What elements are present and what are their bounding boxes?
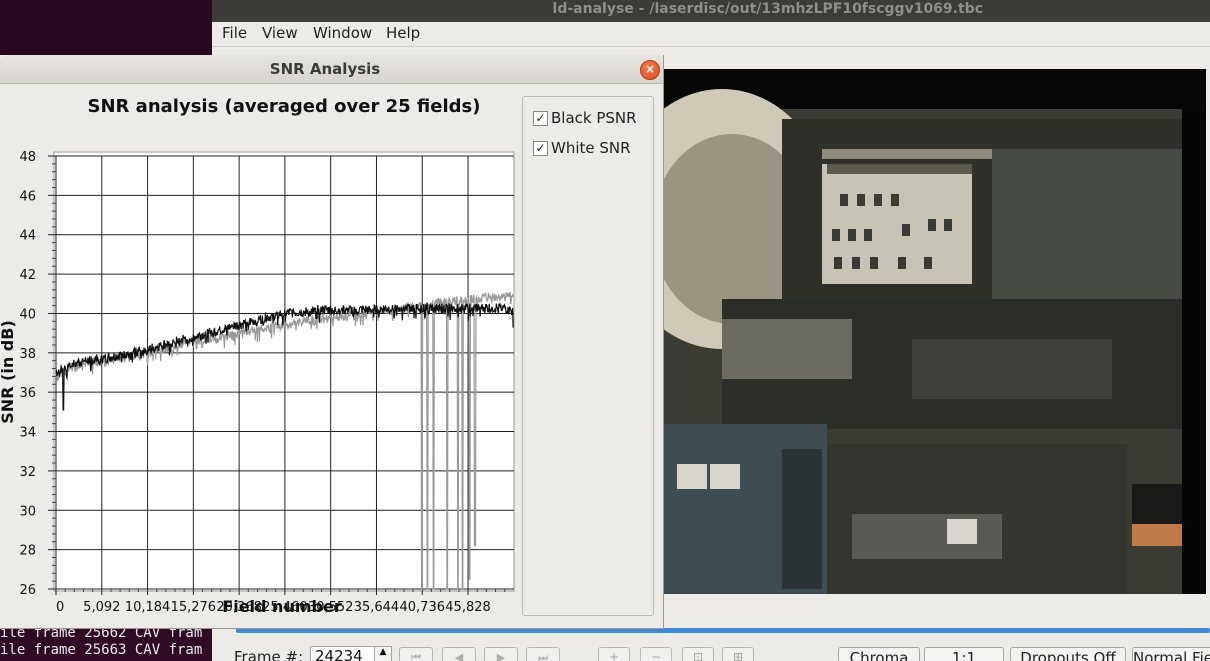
next-frame-button[interactable]: ▶ — [484, 647, 518, 661]
x-tick-label: 40,736 — [400, 600, 446, 615]
frame-number-label: Frame #: — [234, 648, 304, 661]
chart-title: SNR analysis (averaged over 25 fields) — [88, 96, 481, 117]
terminal-title-area — [0, 0, 212, 55]
x-tick-label: 10,184 — [125, 600, 171, 615]
plot-area — [53, 151, 515, 592]
y-tick-label: 46 — [19, 189, 36, 204]
menu-bar: File View Window Help — [212, 22, 1210, 46]
y-tick-label: 42 — [19, 268, 36, 283]
x-tick-label: 5,092 — [83, 600, 120, 615]
zoom-in-button[interactable]: + — [598, 647, 630, 661]
y-tick-label: 30 — [19, 504, 36, 519]
previous-frame-button[interactable]: ◀ — [442, 647, 476, 661]
x-tick-label: 0 — [56, 600, 64, 615]
y-tick-label: 26 — [19, 583, 36, 598]
white-snr-label: White SNR — [551, 139, 631, 157]
close-icon[interactable]: × — [640, 60, 660, 80]
video-frame-image — [662, 69, 1206, 594]
y-tick-label: 38 — [19, 347, 36, 362]
window-titlebar[interactable]: ld-analyse - /laserdisc/out/13mhzLPF10fs… — [212, 0, 1210, 22]
window-title: ld-analyse - /laserdisc/out/13mhzLPF10fs… — [552, 1, 983, 17]
aspect-ratio-button[interactable]: 1:1 — [924, 647, 1004, 661]
x-tick-label: 15,276 — [171, 600, 217, 615]
y-tick-label: 44 — [19, 229, 36, 244]
first-frame-button[interactable]: ⏮ — [399, 647, 433, 661]
menu-help[interactable]: Help — [386, 24, 420, 42]
video-frame — [662, 69, 1206, 594]
y-axis-ticks: 26 28 30 32 34 36 38 40 42 44 46 48 — [19, 150, 56, 598]
black-psnr-checkbox[interactable]: ✓ — [533, 111, 548, 126]
y-axis-label: SNR (in dB) — [0, 320, 17, 424]
dialog-titlebar[interactable]: SNR Analysis × — [0, 55, 663, 84]
terminal-line: ile frame 25663 CAV fram — [0, 642, 203, 658]
frame-number-input[interactable]: 24234 — [310, 646, 380, 661]
bottom-controls: Frame #: 24234 ▲ ⏮ ◀ ▶ ⏭ + − ⊡ ⊞ Chroma … — [212, 640, 1210, 661]
chroma-button[interactable]: Chroma — [838, 647, 920, 661]
y-tick-label: 32 — [19, 465, 36, 480]
y-tick-label: 36 — [19, 386, 36, 401]
dropouts-button[interactable]: Dropouts Off — [1010, 647, 1126, 661]
y-tick-label: 28 — [19, 544, 36, 559]
snr-chart-svg: SNR analysis (averaged over 25 fields) 2… — [0, 96, 515, 616]
zoom-out-button[interactable]: − — [640, 647, 672, 661]
menu-view[interactable]: View — [262, 24, 298, 42]
snr-chart: SNR analysis (averaged over 25 fields) 2… — [0, 83, 518, 623]
menu-separator — [212, 46, 1210, 47]
x-axis-label: Field number — [222, 597, 342, 616]
x-tick-label: 45,828 — [445, 600, 491, 615]
zoom-original-button[interactable]: ⊞ — [722, 647, 754, 661]
snr-analysis-dialog: SNR Analysis × SNR analysis (averaged ov… — [0, 55, 664, 629]
white-snr-checkbox[interactable]: ✓ — [533, 141, 548, 156]
black-psnr-label: Black PSNR — [551, 109, 637, 127]
field-order-button[interactable]: Normal Fie — [1132, 647, 1210, 661]
y-tick-label: 48 — [19, 150, 36, 165]
series-selector: ✓ Black PSNR ✓ White SNR — [522, 96, 654, 616]
menu-file[interactable]: File — [222, 24, 247, 42]
y-tick-label: 34 — [19, 426, 36, 441]
x-tick-label: 35,644 — [354, 600, 400, 615]
dialog-title: SNR Analysis — [269, 60, 381, 78]
menu-window[interactable]: Window — [313, 24, 372, 42]
last-frame-button[interactable]: ⏭ — [526, 647, 560, 661]
frame-spin-up-button[interactable]: ▲ — [374, 646, 392, 661]
zoom-fit-button[interactable]: ⊡ — [682, 647, 714, 661]
y-tick-label: 40 — [19, 307, 36, 322]
